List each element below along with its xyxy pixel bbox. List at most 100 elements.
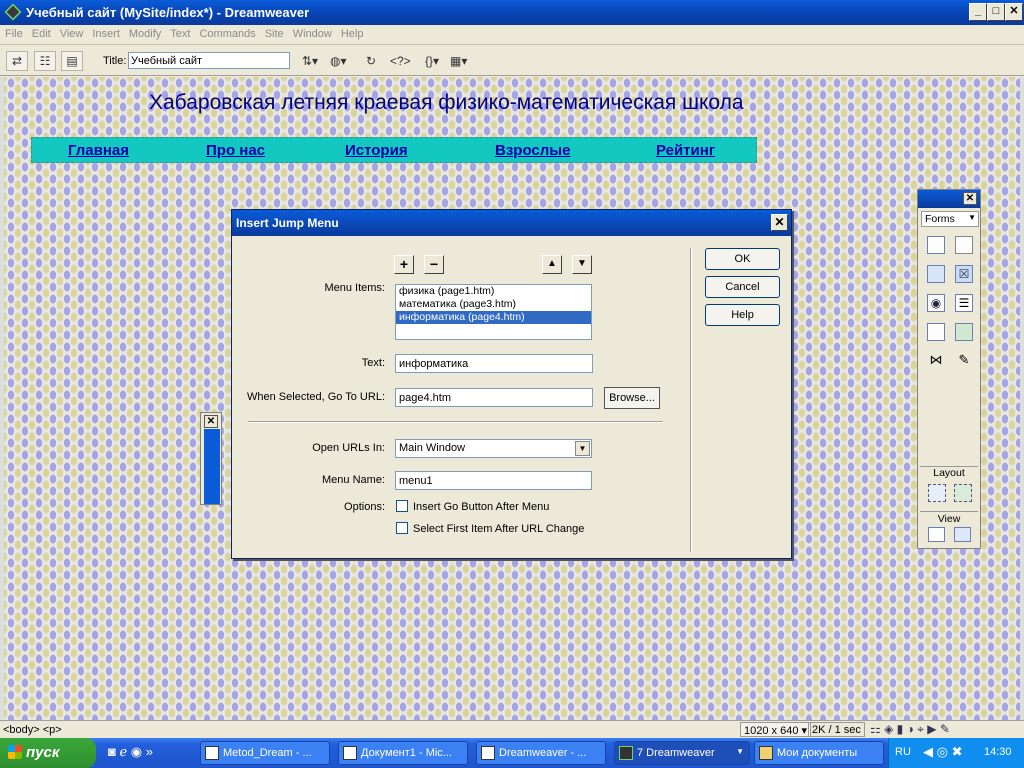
code-view-icon[interactable]: ⇄ [6, 51, 28, 71]
menu-items-list[interactable]: физика (page1.htm) математика (page3.htm… [395, 284, 592, 340]
help-button[interactable]: Help [705, 304, 780, 326]
nav-bar: Главная Про нас История Взрослые Рейтинг [31, 137, 757, 163]
item-text-input[interactable] [395, 354, 593, 373]
jump-menu-icon[interactable]: ⋈ [927, 352, 945, 370]
close-window-button[interactable]: ✕ [1005, 3, 1023, 21]
remove-item-button[interactable]: − [424, 255, 444, 274]
nav-link-about[interactable]: Про нас [206, 142, 265, 159]
reference-icon[interactable]: <?> [390, 51, 411, 71]
layout-cell-icon[interactable] [954, 484, 972, 502]
task-document1[interactable]: Документ1 - Mic... [338, 741, 468, 765]
view-label: View [920, 511, 978, 525]
task-dreamweaver-group[interactable]: 7 Dreamweaver ▼ [614, 741, 750, 765]
menu-name-input[interactable] [395, 471, 592, 490]
move-up-button[interactable]: ▲ [542, 255, 562, 274]
text-field-icon[interactable] [955, 236, 973, 254]
menu-window[interactable]: Window [288, 25, 336, 40]
add-item-button[interactable]: + [394, 255, 414, 274]
menu-items-label: Menu Items: [324, 282, 385, 294]
menu-item-informatics[interactable]: информатика (page4.htm) [396, 311, 591, 324]
browse-button[interactable]: Browse... [604, 387, 660, 409]
menu-item-math[interactable]: математика (page3.htm) [396, 298, 591, 311]
dreamweaver-icon [619, 746, 633, 760]
menu-file[interactable]: File [0, 25, 27, 40]
page-title-label: Title: [103, 55, 127, 67]
tray-icons[interactable]: ◀ ◎ ✖ [923, 744, 962, 760]
preview-browser-icon[interactable]: ◍▾ [330, 51, 347, 71]
select-first-checkbox[interactable] [396, 522, 408, 534]
menu-modify[interactable]: Modify [124, 25, 165, 40]
open-in-select[interactable]: Main Window ▼ [395, 439, 592, 458]
chevron-down-icon: ▼ [736, 747, 744, 756]
insert-jump-menu-dialog: Insert Jump Menu ✕ + − ▲ ▼ Menu Items: ф… [231, 209, 792, 559]
quicklaunch-icons[interactable]: ◙ ℯ ◉ » [108, 744, 153, 760]
dialog-close-button[interactable]: ✕ [771, 214, 788, 231]
window-title: Учебный сайт (MySite/index*) - Dreamweav… [26, 5, 310, 20]
task-label: 7 Dreamweaver [637, 747, 715, 759]
file-management-icon[interactable]: ⇅▾ [302, 51, 318, 71]
ok-button[interactable]: OK [705, 248, 780, 270]
folder-icon [759, 746, 773, 760]
nav-link-rating[interactable]: Рейтинг [656, 142, 715, 159]
chevron-down-icon[interactable]: ▼ [575, 441, 590, 456]
insert-category-value: Forms [925, 213, 955, 225]
menu-site[interactable]: Site [260, 25, 288, 40]
page-title-input[interactable] [128, 52, 290, 69]
go-button-checkbox[interactable] [396, 500, 408, 512]
tag-selector[interactable]: <body> <p> [3, 724, 62, 736]
layout-view-icon[interactable] [954, 527, 971, 542]
nav-link-home[interactable]: Главная [68, 142, 129, 159]
nav-link-history[interactable]: История [345, 142, 408, 159]
menu-item-physics[interactable]: физика (page1.htm) [396, 285, 591, 298]
checkbox-icon[interactable]: ☒ [955, 265, 973, 283]
language-indicator[interactable]: RU [895, 746, 911, 758]
launcher-icons[interactable]: ⚏ ◈ ▮ ◑ ⌖ ▶ ✎ [870, 722, 950, 737]
goto-url-input[interactable] [395, 388, 593, 407]
hidden-field-icon[interactable] [927, 265, 945, 283]
standard-view-icon[interactable] [928, 527, 945, 542]
windows-taskbar: пуск ◙ ℯ ◉ » Metod_Dream - ... Документ1… [0, 738, 1024, 768]
cancel-button[interactable]: Cancel [705, 276, 780, 298]
floating-panel-close-icon[interactable]: ✕ [204, 415, 218, 428]
page-heading: Хабаровская летняя краевая физико-матема… [149, 91, 744, 114]
restore-button[interactable]: □ [987, 3, 1005, 21]
floating-panel-window: ✕ [200, 412, 222, 505]
menu-insert[interactable]: Insert [87, 25, 124, 40]
go-button-option-label: Insert Go Button After Menu [413, 501, 550, 513]
task-metod-dream[interactable]: Metod_Dream - ... [200, 741, 330, 765]
task-dreamweaver-doc[interactable]: Dreamweaver - ... [476, 741, 606, 765]
button-icon[interactable]: ✎ [955, 352, 973, 370]
dialog-vertical-divider [690, 248, 692, 552]
task-my-documents[interactable]: Мои документы [754, 741, 884, 765]
menu-text[interactable]: Text [165, 25, 194, 40]
list-menu-icon[interactable]: ☰ [955, 294, 973, 312]
open-in-value: Main Window [399, 442, 466, 454]
layout-table-icon[interactable] [928, 484, 946, 502]
layout-label: Layout [933, 467, 965, 479]
view-options-icon[interactable]: ▦▾ [450, 51, 467, 71]
nav-link-adults[interactable]: Взрослые [495, 142, 570, 159]
design-view-icon[interactable]: ▤ [61, 51, 83, 71]
menu-view[interactable]: View [55, 25, 88, 40]
clock: 14:30 [984, 746, 1012, 758]
form-icon[interactable] [927, 236, 945, 254]
start-button[interactable]: пуск [0, 738, 96, 768]
goto-url-label: When Selected, Go To URL: [247, 391, 385, 403]
minimize-button[interactable]: _ [969, 3, 987, 21]
insert-category-select[interactable]: Forms ▼ [921, 211, 979, 227]
word-icon [343, 746, 357, 760]
refresh-icon[interactable]: ↻ [366, 51, 376, 71]
dreamweaver-app-icon [4, 3, 22, 21]
insert-panel: ✕ Forms ▼ ☒ ◉ ☰ ⋈ ✎ Layout View [917, 189, 981, 549]
insert-panel-close-icon[interactable]: ✕ [963, 192, 977, 205]
code-navigation-icon[interactable]: {}▾ [425, 51, 439, 71]
menu-commands[interactable]: Commands [194, 25, 259, 40]
split-view-icon[interactable]: ☷ [34, 51, 56, 71]
menu-edit[interactable]: Edit [27, 25, 55, 40]
file-field-icon[interactable] [927, 323, 945, 341]
image-field-icon[interactable] [955, 323, 973, 341]
menu-help[interactable]: Help [336, 25, 368, 40]
window-size-select[interactable]: 1020 x 640 ▾ [740, 722, 812, 737]
move-down-button[interactable]: ▼ [572, 255, 592, 274]
radio-button-icon[interactable]: ◉ [927, 294, 945, 312]
